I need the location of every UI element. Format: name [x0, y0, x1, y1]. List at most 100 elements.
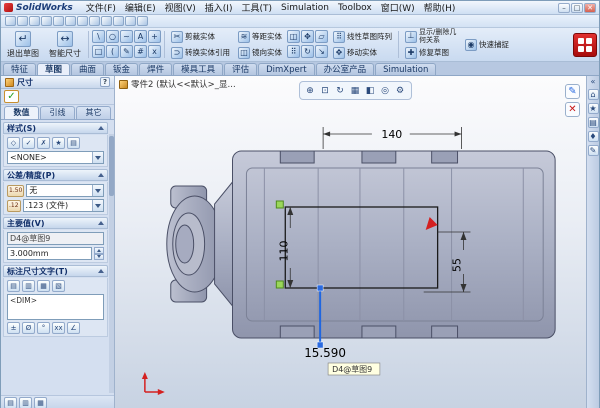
stretch-icon[interactable]: ↘ — [315, 45, 328, 58]
panel-help-icon[interactable]: ? — [100, 77, 110, 87]
options-icon[interactable] — [125, 16, 136, 26]
dim-symbol-icon[interactable]: xx — [52, 322, 65, 334]
pattern-icon[interactable]: ⠿ — [287, 45, 300, 58]
menu-help[interactable]: 帮助(H) — [420, 1, 460, 14]
spline-tool-icon[interactable]: ~ — [120, 30, 133, 43]
menu-insert[interactable]: 插入(I) — [201, 1, 237, 14]
repair-sketch-button[interactable]: ✚ 修复草图 — [402, 45, 460, 60]
diameter-symbol-icon[interactable]: Ø — [22, 322, 35, 334]
angle-symbol-icon[interactable]: ∠ — [67, 322, 80, 334]
convert-entities-button[interactable]: ⊃ 转换实体引用 — [168, 45, 233, 60]
file-properties-icon[interactable] — [113, 16, 124, 26]
text-tool-icon[interactable]: A — [134, 30, 147, 43]
tab-dimxpert[interactable]: DimXpert — [258, 63, 314, 75]
align-center-icon[interactable]: ▥ — [22, 280, 35, 292]
smart-dimension-button[interactable]: ↔ 智能尺寸 — [45, 29, 85, 60]
quick-snaps-button[interactable]: ◉ 快速捕捉 — [462, 37, 512, 52]
part-model[interactable] — [167, 151, 555, 338]
tab-weldments[interactable]: 焊件 — [139, 63, 172, 75]
save-style-icon[interactable]: ★ — [52, 137, 65, 149]
tab-evaluate[interactable]: 评估 — [224, 63, 257, 75]
menu-window[interactable]: 窗口(W) — [377, 1, 419, 14]
rebuild-icon[interactable] — [101, 16, 112, 26]
bottom-slot[interactable] — [280, 326, 314, 338]
top-slot[interactable] — [280, 151, 314, 163]
select-icon[interactable] — [89, 16, 100, 26]
rotate-icon[interactable]: ↻ — [301, 45, 314, 58]
rotate-view-icon[interactable]: ↻ — [334, 84, 347, 97]
tab-mold-tools[interactable]: 模具工具 — [173, 63, 223, 75]
layout-option-1-button[interactable]: ▤ — [4, 397, 17, 408]
view-settings-icon[interactable]: ⚙ — [394, 84, 407, 97]
sketch-endpoint-handle[interactable] — [317, 285, 323, 291]
graphics-area[interactable]: 零件2 (默认<<默认>_显... ⊕ ⊡ ↻ ▦ ◧ ◎ ⚙ ✎ ✕ — [115, 76, 586, 408]
close-button[interactable]: ✕ — [584, 3, 596, 13]
primary-value-section-header[interactable]: 主要值(V) — [3, 217, 108, 229]
new-icon[interactable] — [5, 16, 16, 26]
cad-viewport[interactable]: 140 110 55 15.590 D4@草图9 — [115, 76, 586, 408]
zoom-fit-icon[interactable]: ⊕ — [304, 84, 317, 97]
undo-icon[interactable] — [65, 16, 76, 26]
print-icon[interactable] — [41, 16, 52, 26]
collapse-arrow-icon[interactable]: « — [591, 78, 596, 86]
linear-pattern-button[interactable]: ⠿ 线性草图阵列 — [330, 29, 395, 44]
file-explorer-icon[interactable]: ▤ — [588, 117, 599, 128]
flange-bore[interactable] — [176, 225, 194, 263]
top-slot[interactable] — [362, 151, 396, 163]
custom-properties-icon[interactable]: ✎ — [588, 145, 599, 156]
save-icon[interactable] — [29, 16, 40, 26]
align-right-icon[interactable]: ▦ — [37, 280, 50, 292]
tab-value[interactable]: 数值 — [4, 106, 39, 119]
dimension-text-input[interactable]: <DIM> — [7, 294, 104, 320]
print-preview-icon[interactable] — [53, 16, 64, 26]
menu-file[interactable]: 文件(F) — [82, 1, 120, 14]
view-orientation-icon[interactable]: ◎ — [379, 84, 392, 97]
trim-entities-button[interactable]: ✂ 剪裁实体 — [168, 29, 233, 44]
confirm-sketch-button[interactable]: ✎ — [565, 84, 580, 99]
sketch-tool-icon[interactable]: ✎ — [120, 45, 133, 58]
dim-height[interactable]: 110 — [277, 240, 290, 261]
design-library-icon[interactable]: ★ — [588, 103, 599, 114]
align-left-icon[interactable]: ▤ — [7, 280, 20, 292]
move-icon[interactable]: ✥ — [301, 30, 314, 43]
point-tool-icon[interactable]: # — [134, 45, 147, 58]
tab-simulation[interactable]: Simulation — [375, 63, 436, 75]
tab-sketch[interactable]: 草图 — [37, 63, 70, 75]
dim-edited[interactable]: 15.590 — [304, 346, 346, 360]
tab-sheet-metal[interactable]: 钣金 — [105, 63, 138, 75]
section-view-icon[interactable]: ◧ — [364, 84, 377, 97]
top-slot[interactable] — [432, 151, 458, 163]
relation-marker[interactable] — [276, 201, 283, 208]
dimension-value-field[interactable]: 3.000mm — [7, 247, 92, 260]
display-style-icon[interactable]: ▦ — [349, 84, 362, 97]
layout-option-2-button[interactable]: ▥ — [19, 397, 32, 408]
dim-right[interactable]: 55 — [451, 258, 464, 272]
offset-entities-button[interactable]: ≋ 等距实体 — [235, 29, 285, 44]
zoom-area-icon[interactable]: ⊡ — [319, 84, 332, 97]
menu-simulation[interactable]: Simulation — [277, 3, 333, 13]
layout-option-3-button[interactable]: ▦ — [34, 397, 47, 408]
dimension-name-field[interactable]: D4@草图9 — [7, 232, 104, 245]
tab-surfaces[interactable]: 曲面 — [71, 63, 104, 75]
appearances-icon[interactable]: ♦ — [588, 131, 599, 142]
mirror-icon[interactable]: ◫ — [287, 30, 300, 43]
spin-down-icon[interactable] — [94, 254, 104, 261]
line-tool-icon[interactable]: \ — [92, 30, 105, 43]
tab-office-products[interactable]: 办公室产品 — [316, 63, 375, 75]
scrollbar-thumb[interactable] — [109, 136, 114, 196]
arc-tool-icon[interactable]: ( — [106, 45, 119, 58]
dim-width[interactable]: 140 — [381, 128, 402, 141]
tolerance-type-dropdown[interactable]: 无 — [26, 184, 104, 197]
menu-view[interactable]: 视图(V) — [161, 1, 200, 14]
menu-tools[interactable]: 工具(T) — [237, 1, 276, 14]
tab-other[interactable]: 其它 — [76, 106, 111, 119]
cancel-sketch-button[interactable]: ✕ — [565, 102, 580, 117]
tolerance-section-header[interactable]: 公差/精度(P) — [3, 169, 108, 181]
dimension-text-section-header[interactable]: 标注尺寸文字(T) — [3, 265, 108, 277]
precision-dropdown[interactable]: .123 (文件) — [23, 199, 104, 212]
align-justify-icon[interactable]: ▧ — [52, 280, 65, 292]
neck[interactable] — [215, 182, 233, 306]
help-toolbar-icon[interactable] — [137, 16, 148, 26]
degree-symbol-icon[interactable]: ° — [37, 322, 50, 334]
ok-button[interactable]: ✓ — [4, 90, 19, 103]
